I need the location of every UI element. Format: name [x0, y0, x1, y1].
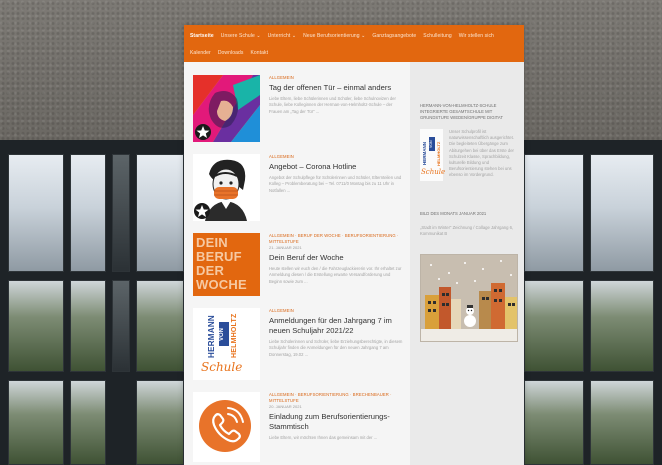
post-date: 21. JANUAR 2021	[269, 245, 302, 250]
post-excerpt: Liebe Eltern, liebe Schülerinnen und Sch…	[269, 96, 396, 114]
rainbow-portrait-icon[interactable]	[193, 75, 260, 142]
post-item: DEIN BERUF DER WOCHE ALLGEMEIN · BERUF D…	[193, 233, 410, 296]
poster-word: DER	[196, 263, 225, 278]
logo-helmholtz: HELMHOLTZ	[231, 313, 238, 358]
nav-item-ganztagsangebote[interactable]: Ganztagsangebote	[372, 33, 416, 39]
logo-von: VON	[219, 322, 229, 346]
window-pane	[590, 154, 654, 272]
post-item: HERMANN VON HELMHOLTZ Schule ALLGEMEIN A…	[193, 308, 410, 380]
window-pane	[590, 380, 654, 465]
logo-von: VON	[429, 137, 435, 151]
picture-caption: „Stadt im Winter“ Zeichnung / Collage Ja…	[420, 225, 514, 237]
window-pane	[8, 280, 64, 372]
post-category[interactable]: ALLGEMEIN	[269, 75, 403, 81]
post-content: ALLGEMEIN Tag der offenen Tür – einmal a…	[260, 75, 403, 142]
window-pane	[8, 154, 64, 272]
post-content: ALLGEMEIN Angebot – Corona Hotline Angeb…	[260, 154, 403, 221]
post-list: ALLGEMEIN Tag der offenen Tür – einmal a…	[184, 62, 410, 465]
post-category[interactable]: ALLGEMEIN · BERUF DER WOCHE · BERUFSORIE…	[269, 233, 403, 245]
post-item: ALLGEMEIN Angebot – Corona Hotline Angeb…	[193, 154, 410, 221]
post-content: ALLGEMEIN · BERUF DER WOCHE · BERUFSORIE…	[260, 233, 403, 296]
window-pane	[590, 280, 654, 372]
post-title[interactable]: Angebot – Corona Hotline	[269, 162, 403, 172]
window-pane	[70, 280, 106, 372]
window-pane	[8, 380, 64, 465]
nav-item-unsere-schule[interactable]: Unsere Schule ⌄	[221, 33, 261, 39]
nav-item-berufsorientierung[interactable]: Neue Berufsorientierung ⌄	[303, 33, 365, 39]
post-date: 20. JANUAR 2021	[269, 404, 302, 409]
nav-item-schulleitung[interactable]: Schulleitung	[423, 33, 451, 39]
nav-item-kalender[interactable]: Kalender	[190, 50, 211, 56]
post-content: ALLGEMEIN · BERUFSORIENTIERUNG · BRECHEN…	[260, 392, 403, 462]
nav-item-wir-stellen-sich[interactable]: Wir stellen sich	[459, 33, 494, 39]
logo-schule: Schule	[201, 360, 243, 374]
post-excerpt: Liebe Schülerinnen und Schüler, liebe Er…	[269, 339, 403, 357]
poster-word: BERUF	[196, 249, 242, 264]
masked-portrait-icon[interactable]	[193, 154, 260, 221]
school-logo-small: HERMANN VON HELMHOLTZ Schule	[420, 129, 446, 181]
post-title[interactable]: Einladung zum Berufsorientierungs-Stammt…	[269, 412, 403, 432]
logo-helmholtz: HELMHOLTZ	[436, 141, 441, 166]
window-pane	[70, 154, 106, 272]
logo-hermann: HERMANN	[422, 142, 427, 165]
post-item: ALLGEMEIN · BERUFSORIENTIERUNG · BRECHEN…	[193, 392, 410, 462]
nav-row-primary: Startseite Unsere Schule ⌄ Unterricht ⌄ …	[190, 28, 518, 43]
window-pane	[524, 380, 584, 465]
about-widget: HERMANN VON HELMHOLTZ Schule Unser Schul…	[420, 129, 515, 181]
window-pane	[524, 280, 584, 372]
window-pane	[70, 380, 106, 465]
poster-word: DEIN	[196, 235, 228, 250]
website-page: Startseite Unsere Schule ⌄ Unterricht ⌄ …	[184, 25, 524, 465]
nav-item-startseite[interactable]: Startseite	[190, 33, 214, 39]
nav-item-kontakt[interactable]: Kontakt	[250, 50, 268, 56]
window-pane	[524, 154, 584, 272]
main-navigation: Startseite Unsere Schule ⌄ Unterricht ⌄ …	[184, 25, 524, 62]
logo-hermann: HERMANN	[207, 315, 216, 358]
logo-schule: Schule	[421, 168, 446, 176]
window-pane	[112, 154, 130, 272]
window-pane	[136, 380, 184, 465]
post-item: ALLGEMEIN Tag der offenen Tür – einmal a…	[193, 75, 410, 142]
post-content: ALLGEMEIN Anmeldungen für den Jahrgang 7…	[260, 308, 403, 380]
school-logo[interactable]: HERMANN VON HELMHOLTZ Schule	[193, 308, 260, 380]
picture-widget-title: BILD DES MONATS JANUAR 2021	[420, 211, 487, 216]
post-title[interactable]: Tag der offenen Tür – einmal anders	[269, 83, 403, 93]
window-pane	[136, 154, 184, 272]
winter-city-artwork[interactable]	[420, 253, 518, 342]
post-title[interactable]: Dein Beruf der Woche	[269, 253, 403, 263]
page-body: ALLGEMEIN Tag der offenen Tür – einmal a…	[184, 62, 524, 465]
poster-word: WOCHE	[196, 277, 247, 292]
nav-item-downloads[interactable]: Downloads	[218, 50, 244, 56]
phone-hotline-icon[interactable]	[193, 392, 260, 462]
nav-row-secondary: Kalender Downloads Kontakt	[190, 45, 518, 60]
about-widget-title: HERMANN-VON-HELMHOLTZ-SCHULE INTEGRIERTE…	[420, 103, 503, 120]
post-category[interactable]: ALLGEMEIN · BERUFSORIENTIERUNG · BRECHEN…	[269, 392, 403, 404]
post-excerpt: Heute stellen wir euch den / die Fahrzeu…	[269, 266, 402, 284]
post-excerpt: Angebot der Schulpflege für Schülerinnen…	[269, 175, 402, 193]
sidebar: HERMANN-VON-HELMHOLTZ-SCHULE INTEGRIERTE…	[410, 62, 524, 465]
post-title[interactable]: Anmeldungen für den Jahrgang 7 im neuen …	[269, 316, 403, 336]
about-widget-text: Unser Schulprofil ist naturwissenschaftl…	[449, 129, 514, 178]
window-pane	[136, 280, 184, 372]
post-category[interactable]: ALLGEMEIN	[269, 154, 403, 160]
poster-text[interactable]: DEIN BERUF DER WOCHE	[193, 233, 260, 296]
post-category[interactable]: ALLGEMEIN	[269, 308, 403, 314]
nav-item-unterricht[interactable]: Unterricht ⌄	[268, 33, 296, 39]
post-excerpt: Liebe Eltern, wir möchten Ihnen das geme…	[269, 435, 378, 440]
window-pane	[112, 280, 130, 372]
